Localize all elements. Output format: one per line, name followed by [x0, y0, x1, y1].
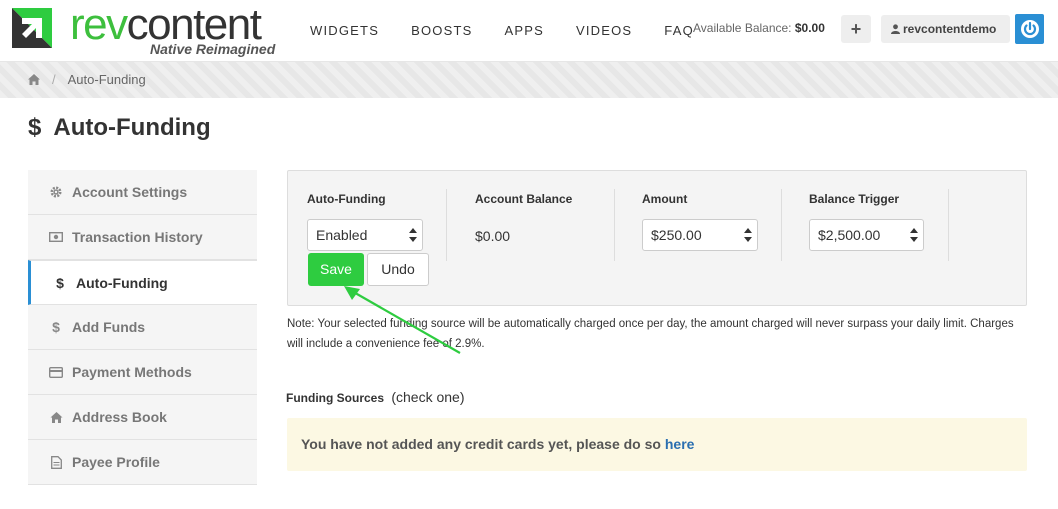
auto-funding-label: Auto-Funding: [307, 192, 386, 206]
nav-widgets[interactable]: WIDGETS: [294, 0, 395, 62]
dollar-icon: $: [56, 274, 64, 291]
logo-rev: rev: [70, 0, 128, 49]
balance-trigger-label: Balance Trigger: [809, 192, 900, 206]
account-balance-label: Account Balance: [475, 192, 573, 206]
undo-button[interactable]: Undo: [367, 253, 429, 286]
select-arrows-icon: [744, 228, 752, 242]
breadcrumb-separator: /: [52, 72, 56, 87]
balance-label: Available Balance:: [693, 21, 792, 35]
alert-text: You have not added any credit cards yet,…: [301, 436, 661, 452]
breadcrumb-bar: / Auto-Funding: [0, 62, 1058, 98]
column-divider: [614, 189, 615, 261]
top-navbar: revcontent Native Reimagined WIDGETS BOO…: [0, 0, 1058, 62]
sidebar-item-payment-methods[interactable]: Payment Methods: [28, 350, 257, 395]
sidebar-item-transaction-history[interactable]: Transaction History: [28, 215, 257, 260]
available-balance: Available Balance: $0.00: [693, 21, 825, 35]
balance-value: $0.00: [794, 21, 825, 35]
balance-trigger-select-value: $2,500.00: [818, 227, 881, 243]
page-title: $ Auto-Funding: [28, 114, 211, 142]
page-title-text: Auto-Funding: [53, 114, 211, 141]
select-arrows-icon: [409, 228, 417, 242]
amount-label: Amount: [642, 192, 688, 206]
funding-sources-title: Funding Sources: [286, 391, 385, 405]
amount-select[interactable]: $250.00: [642, 219, 758, 251]
auto-funding-panel: Auto-Funding Enabled Account Balance $0.…: [287, 170, 1027, 306]
username: revcontentdemo: [903, 22, 997, 36]
settings-sidebar: Account Settings Transaction History $ A…: [28, 170, 257, 485]
save-button[interactable]: Save: [308, 253, 364, 286]
breadcrumb-current: Auto-Funding: [67, 72, 146, 87]
sidebar-item-label: Payee Profile: [72, 454, 160, 470]
auto-funding-column: Auto-Funding Enabled: [307, 186, 423, 256]
document-icon: [48, 455, 64, 469]
revcontent-logo-icon[interactable]: [12, 8, 52, 48]
column-divider: [948, 189, 949, 261]
sidebar-item-auto-funding[interactable]: $ Auto-Funding: [28, 260, 257, 305]
sidebar-item-label: Add Funds: [72, 319, 146, 335]
nav-boosts[interactable]: BOOSTS: [395, 0, 488, 62]
nav-apps[interactable]: APPS: [488, 0, 559, 62]
sidebar-item-label: Auto-Funding: [76, 274, 168, 291]
account-balance-column: Account Balance $0.00: [475, 186, 572, 256]
funding-sources-subtitle: (check one): [391, 389, 465, 405]
dollar-icon: $: [52, 319, 60, 335]
account-balance-value: $0.00: [475, 228, 511, 244]
dollar-icon: $: [28, 114, 42, 141]
auto-funding-select[interactable]: Enabled: [307, 219, 423, 251]
auto-funding-select-value: Enabled: [316, 227, 368, 243]
balance-trigger-select[interactable]: $2,500.00: [809, 219, 924, 251]
sidebar-item-address-book[interactable]: Address Book: [28, 395, 257, 440]
sidebar-item-label: Address Book: [72, 409, 167, 425]
logout-button[interactable]: [1015, 14, 1044, 44]
home-icon[interactable]: [28, 74, 40, 85]
sidebar-item-account-settings[interactable]: Account Settings: [28, 170, 257, 215]
power-icon: [1020, 20, 1039, 38]
balance-trigger-column: Balance Trigger $2,500.00: [809, 186, 924, 256]
money-icon: [48, 232, 64, 242]
column-divider: [446, 189, 447, 261]
amount-column: Amount $250.00: [642, 186, 758, 256]
add-card-link[interactable]: here: [665, 436, 695, 452]
sidebar-item-label: Transaction History: [72, 229, 203, 245]
user-icon: [891, 24, 900, 34]
logo-tagline: Native Reimagined: [150, 41, 276, 57]
funding-sources-heading: Funding Sources (check one): [286, 389, 465, 405]
user-menu-button[interactable]: revcontentdemo: [881, 15, 1010, 43]
gear-icon: [48, 186, 64, 198]
select-arrows-icon: [910, 228, 918, 242]
sidebar-item-label: Payment Methods: [72, 364, 192, 380]
no-cards-alert: You have not added any credit cards yet,…: [287, 418, 1027, 471]
funding-note: Note: Your selected funding source will …: [287, 318, 1014, 350]
sidebar-item-add-funds[interactable]: $ Add Funds: [28, 305, 257, 350]
home-icon: [48, 411, 64, 423]
breadcrumb: / Auto-Funding: [28, 72, 146, 87]
main-nav: WIDGETS BOOSTS APPS VIDEOS FAQ: [294, 0, 710, 62]
sidebar-item-payee-profile[interactable]: Payee Profile: [28, 440, 257, 485]
nav-videos[interactable]: VIDEOS: [560, 0, 648, 62]
add-button[interactable]: +: [841, 15, 871, 43]
credit-card-icon: [48, 366, 64, 378]
amount-select-value: $250.00: [651, 227, 702, 243]
column-divider: [781, 189, 782, 261]
sidebar-item-label: Account Settings: [72, 184, 188, 200]
